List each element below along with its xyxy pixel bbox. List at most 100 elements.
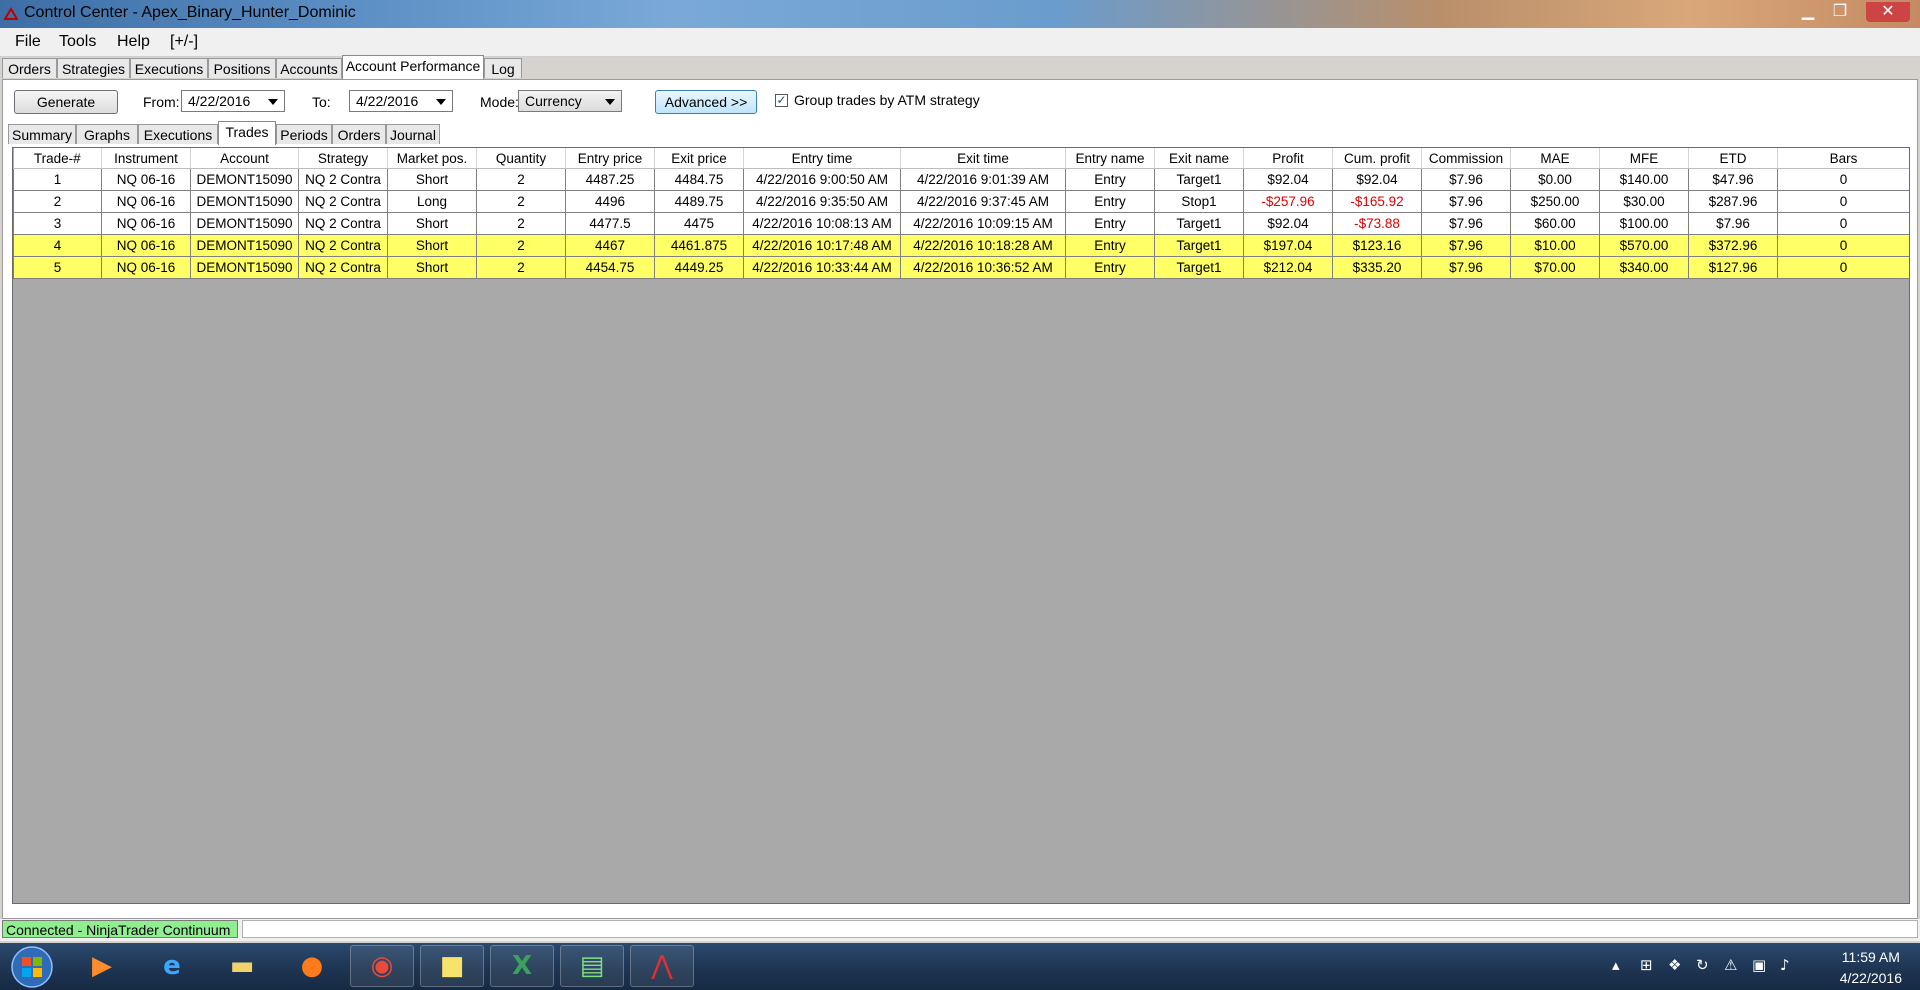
tab-trades[interactable]: Trades — [218, 121, 276, 145]
table-cell: 2 — [476, 234, 566, 257]
menu-file[interactable]: File — [15, 33, 41, 51]
column-header[interactable]: Strategy — [298, 148, 388, 169]
menu-tools[interactable]: Tools — [59, 33, 96, 51]
tab-strategies[interactable]: Strategies — [57, 58, 130, 78]
tab-orders[interactable]: Orders — [2, 58, 57, 78]
table-cell: $127.96 — [1688, 256, 1778, 279]
table-cell: $372.96 — [1688, 234, 1778, 257]
column-header[interactable]: MAE — [1510, 148, 1600, 169]
menu-help[interactable]: Help — [117, 33, 150, 51]
from-date-picker[interactable]: 4/22/2016 — [181, 90, 285, 112]
network-icon[interactable]: ▣ — [1752, 956, 1766, 974]
mode-select[interactable]: Currency — [518, 90, 622, 112]
sync-icon[interactable]: ↻ — [1696, 956, 1709, 974]
chevron-down-icon — [605, 99, 615, 105]
table-cell: NQ 2 Contra — [298, 190, 388, 213]
network-error-icon[interactable]: ⚠ — [1724, 956, 1737, 974]
clock-time: 11:59 AM — [1841, 949, 1900, 965]
firefox-icon[interactable]: ● — [280, 945, 344, 987]
tab-summary[interactable]: Summary — [8, 124, 76, 144]
column-header[interactable]: Market pos. — [387, 148, 477, 169]
mode-value: Currency — [525, 93, 582, 109]
table-cell: -$257.96 — [1243, 190, 1333, 213]
table-cell: 4477.5 — [565, 212, 655, 235]
system-clock[interactable]: 11:59 AM 4/22/2016 — [1840, 947, 1902, 989]
column-header[interactable]: Exit price — [654, 148, 744, 169]
internet-explorer-icon[interactable]: e — [140, 945, 204, 987]
table-row[interactable]: 3 NQ 06-16 DEMONT15090 NQ 2 Contra Short 2 447… — [13, 212, 1909, 235]
table-cell: Target1 — [1154, 212, 1244, 235]
column-header[interactable]: Trade-# — [13, 148, 102, 169]
excel-icon[interactable]: X — [490, 945, 554, 987]
column-header[interactable]: Profit — [1243, 148, 1333, 169]
table-row[interactable]: 2 NQ 06-16 DEMONT15090 NQ 2 Contra Long 2 4496… — [13, 190, 1909, 213]
table-row[interactable]: 1 NQ 06-16 DEMONT15090 NQ 2 Contra Short 2 448… — [13, 168, 1909, 191]
tab-account-performance[interactable]: Account Performance — [342, 55, 484, 79]
table-cell: $7.96 — [1421, 212, 1511, 235]
tab-periods[interactable]: Periods — [276, 124, 332, 144]
media-player-icon[interactable]: ▶ — [70, 945, 134, 987]
column-header[interactable]: Exit name — [1154, 148, 1244, 169]
tab-executions[interactable]: Executions — [130, 58, 208, 78]
table-cell: 4487.25 — [565, 168, 655, 191]
trades-grid[interactable]: Trade-# Instrument Account Strategy Mark… — [12, 147, 1910, 904]
to-date-picker[interactable]: 4/22/2016 — [349, 90, 453, 112]
tab-positions[interactable]: Positions — [208, 58, 276, 78]
generate-button[interactable]: Generate — [14, 90, 118, 114]
column-header[interactable]: Entry time — [743, 148, 901, 169]
menu-expand[interactable]: [+/-] — [170, 33, 198, 51]
column-header[interactable]: Quantity — [476, 148, 566, 169]
clock-date: 4/22/2016 — [1839, 970, 1902, 986]
tab-graphs[interactable]: Graphs — [76, 124, 138, 144]
windows-icon[interactable]: ⊞ — [1640, 956, 1653, 974]
network-monitor-icon[interactable]: ▤ — [560, 945, 624, 987]
table-row[interactable]: 5 NQ 06-16 DEMONT15090 NQ 2 Contra Short 2 445… — [13, 256, 1909, 279]
tab-accounts[interactable]: Accounts — [276, 58, 342, 78]
table-row[interactable]: 4 NQ 06-16 DEMONT15090 NQ 2 Contra Short 2 446… — [13, 234, 1909, 257]
column-header[interactable]: Account — [190, 148, 299, 169]
group-trades-checkbox[interactable]: ✓ — [775, 94, 788, 107]
column-header[interactable]: Bars — [1777, 148, 1909, 169]
table-cell: $47.96 — [1688, 168, 1778, 191]
sticky-notes-icon[interactable]: ■ — [420, 945, 484, 987]
column-header[interactable]: Cum. profit — [1332, 148, 1422, 169]
column-header[interactable]: Entry name — [1065, 148, 1155, 169]
close-button[interactable]: ✕ — [1866, 2, 1910, 22]
column-header[interactable]: Commission — [1421, 148, 1511, 169]
column-header[interactable]: Entry price — [565, 148, 655, 169]
advanced-button[interactable]: Advanced >> — [655, 90, 757, 114]
volume-icon[interactable]: ♪ — [1780, 956, 1790, 974]
main-tab-strip: Orders Strategies Executions Positions A… — [2, 55, 1918, 80]
table-cell: $123.16 — [1332, 234, 1422, 257]
table-cell: 4461.875 — [654, 234, 744, 257]
column-header[interactable]: MFE — [1599, 148, 1689, 169]
table-cell: $287.96 — [1688, 190, 1778, 213]
maximize-button[interactable]: ❐ — [1826, 2, 1854, 22]
start-orb-icon[interactable] — [2, 945, 62, 988]
table-cell: 4 — [13, 234, 102, 257]
table-cell: $197.04 — [1243, 234, 1333, 257]
dropbox-icon[interactable]: ❖ — [1668, 956, 1681, 974]
column-header[interactable]: ETD — [1688, 148, 1778, 169]
show-hidden-icons-icon[interactable]: ▴ — [1612, 956, 1620, 974]
tab-orders-sub[interactable]: Orders — [332, 124, 386, 144]
table-cell: 4/22/2016 9:00:50 AM — [743, 168, 901, 191]
table-cell: 3 — [13, 212, 102, 235]
table-cell: NQ 2 Contra — [298, 256, 388, 279]
table-cell: $70.00 — [1510, 256, 1600, 279]
table-cell: $7.96 — [1421, 256, 1511, 279]
menu-bar: File Tools Help [+/-] — [0, 28, 1920, 57]
tab-executions-sub[interactable]: Executions — [138, 124, 218, 144]
ninjatrader-icon[interactable]: ⋀ — [630, 945, 694, 987]
chrome-icon[interactable]: ◉ — [350, 945, 414, 987]
table-cell: $7.96 — [1421, 234, 1511, 257]
minimize-button[interactable]: ▁ — [1794, 2, 1822, 22]
column-header[interactable]: Exit time — [900, 148, 1066, 169]
file-explorer-icon[interactable]: ▬ — [210, 945, 274, 987]
column-header[interactable]: Instrument — [101, 148, 191, 169]
from-label: From: — [143, 94, 180, 110]
table-cell: 4/22/2016 10:08:13 AM — [743, 212, 901, 235]
tab-journal[interactable]: Journal — [386, 124, 440, 144]
tab-log[interactable]: Log — [484, 58, 522, 78]
table-cell: 4/22/2016 10:33:44 AM — [743, 256, 901, 279]
